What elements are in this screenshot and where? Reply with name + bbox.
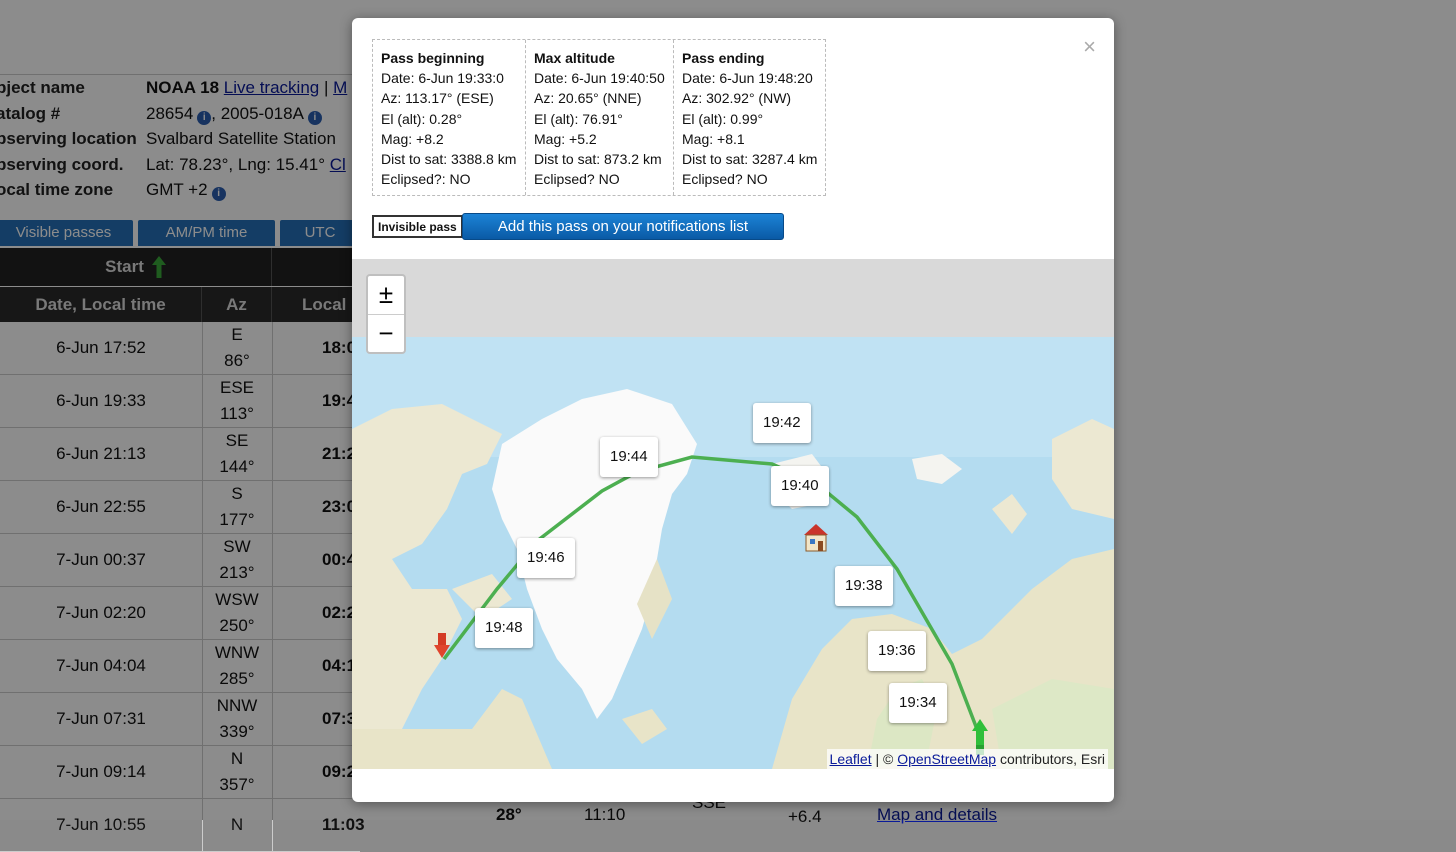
max-az: Az: 20.65° (NNE) xyxy=(534,90,642,107)
beginning-az: Az: 113.17° (ESE) xyxy=(381,90,494,107)
add-notification-button[interactable]: Add this pass on your notifications list xyxy=(462,213,784,240)
max-date: Date: 6-Jun 19:40:50 xyxy=(534,70,665,87)
zoom-control: ± − xyxy=(366,274,406,354)
max-altitude-column: Max altitude Date: 6-Jun 19:40:50 Az: 20… xyxy=(526,40,674,196)
time-label: 19:36 xyxy=(868,631,926,671)
pass-ending-title: Pass ending xyxy=(682,50,765,66)
time-label: 19:48 xyxy=(475,608,533,648)
beginning-mag: Mag: +8.2 xyxy=(381,130,444,147)
pass-beginning-column: Pass beginning Date: 6-Jun 19:33:0 Az: 1… xyxy=(373,40,526,196)
max-el: El (alt): 76.91° xyxy=(534,110,623,127)
time-label: 19:42 xyxy=(753,403,811,443)
leaflet-link[interactable]: Leaflet xyxy=(830,751,872,767)
attribution-separator: | © xyxy=(871,751,898,767)
zoom-out-button[interactable]: − xyxy=(368,315,404,353)
osm-link[interactable]: OpenStreetMap xyxy=(897,751,996,767)
ending-az: Az: 302.92° (NW) xyxy=(682,90,792,107)
pass-ending-column: Pass ending Date: 6-Jun 19:48:20 Az: 302… xyxy=(674,40,825,195)
invisible-pass-badge: Invisible pass xyxy=(372,215,463,238)
time-label: 19:46 xyxy=(517,538,575,578)
ending-eclipsed: Eclipsed? NO xyxy=(682,171,768,188)
zoom-in-button[interactable]: ± xyxy=(368,276,404,315)
close-icon[interactable]: × xyxy=(1083,36,1096,58)
attribution-text: contributors, Esri xyxy=(996,751,1105,767)
pass-details-modal: × Pass beginning Date: 6-Jun 19:33:0 Az:… xyxy=(352,18,1114,802)
pass-beginning-title: Pass beginning xyxy=(381,50,485,66)
time-label: 19:44 xyxy=(600,437,658,477)
max-eclipsed: Eclipsed? NO xyxy=(534,171,620,188)
time-label: 19:38 xyxy=(835,566,893,606)
pass-map[interactable]: ± − 19:42 19:44 19:40 19:46 19:38 19:48 … xyxy=(352,259,1114,769)
beginning-eclipsed: Eclipsed?: NO xyxy=(381,171,471,188)
beginning-date: Date: 6-Jun 19:33:0 xyxy=(381,70,504,87)
map-attribution: Leaflet | © OpenStreetMap contributors, … xyxy=(826,749,1108,769)
map-tiles xyxy=(352,259,1114,769)
max-dist: Dist to sat: 873.2 km xyxy=(534,151,662,168)
pass-summary-table: Pass beginning Date: 6-Jun 19:33:0 Az: 1… xyxy=(372,39,826,197)
max-mag: Mag: +5.2 xyxy=(534,130,597,147)
ending-mag: Mag: +8.1 xyxy=(682,130,745,147)
ending-dist: Dist to sat: 3287.4 km xyxy=(682,151,818,168)
time-label: 19:34 xyxy=(889,683,947,723)
beginning-dist: Dist to sat: 3388.8 km xyxy=(381,151,517,168)
beginning-el: El (alt): 0.28° xyxy=(381,110,463,127)
ending-el: El (alt): 0.99° xyxy=(682,110,764,127)
ending-date: Date: 6-Jun 19:48:20 xyxy=(682,70,813,87)
time-label: 19:40 xyxy=(771,466,829,506)
max-altitude-title: Max altitude xyxy=(534,50,615,66)
